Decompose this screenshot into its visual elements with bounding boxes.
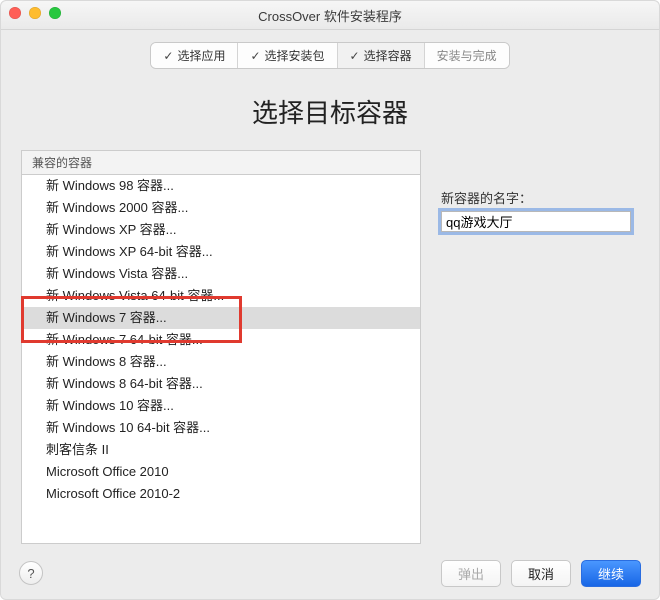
step-label: 安装与完成: [437, 47, 497, 64]
help-button[interactable]: ?: [19, 561, 43, 585]
container-list[interactable]: 新 Windows 98 容器...新 Windows 2000 容器...新 …: [21, 174, 421, 544]
new-container-form: 新容器的名字：: [421, 150, 639, 232]
list-item[interactable]: 刺客信条 II: [22, 439, 420, 461]
step-choose-container[interactable]: ✓ 选择容器: [338, 43, 425, 68]
check-icon: ✓: [250, 49, 260, 63]
list-item[interactable]: 新 Windows 98 容器...: [22, 175, 420, 197]
list-item[interactable]: 新 Windows 7 容器...: [22, 307, 420, 329]
cancel-button[interactable]: 取消: [511, 560, 571, 587]
step-label: 选择安装包: [265, 47, 325, 64]
step-choose-app[interactable]: ✓ 选择应用: [151, 43, 238, 68]
check-icon: ✓: [163, 49, 173, 63]
minimize-icon[interactable]: [29, 7, 41, 19]
content-area: 兼容的容器 新 Windows 98 容器...新 Windows 2000 容…: [1, 150, 659, 544]
list-item[interactable]: 新 Windows 2000 容器...: [22, 197, 420, 219]
continue-button[interactable]: 继续: [581, 560, 641, 587]
container-list-wrap: 兼容的容器 新 Windows 98 容器...新 Windows 2000 容…: [21, 150, 421, 544]
list-item[interactable]: 新 Windows 8 64-bit 容器...: [22, 373, 420, 395]
list-item[interactable]: 新 Windows Vista 64-bit 容器...: [22, 285, 420, 307]
list-item[interactable]: 新 Windows XP 容器...: [22, 219, 420, 241]
new-container-name-input[interactable]: [441, 211, 631, 232]
container-list-header: 兼容的容器: [21, 150, 421, 174]
new-container-name-label: 新容器的名字：: [441, 188, 639, 207]
step-label: 选择容器: [364, 47, 412, 64]
list-item[interactable]: 新 Windows 10 64-bit 容器...: [22, 417, 420, 439]
window-controls: [9, 7, 61, 19]
title-bar: CrossOver 软件安装程序: [1, 1, 659, 30]
step-choose-package[interactable]: ✓ 选择安装包: [238, 43, 337, 68]
check-icon: ✓: [350, 49, 360, 63]
eject-button: 弹出: [441, 560, 501, 587]
list-item[interactable]: 新 Windows Vista 容器...: [22, 263, 420, 285]
footer: ? 弹出 取消 继续: [1, 547, 659, 599]
step-label: 选择应用: [177, 47, 225, 64]
list-item[interactable]: 新 Windows 8 容器...: [22, 351, 420, 373]
list-item[interactable]: 新 Windows 7 64-bit 容器...: [22, 329, 420, 351]
window-title: CrossOver 软件安装程序: [258, 6, 402, 25]
zoom-icon[interactable]: [49, 7, 61, 19]
step-install-finish: 安装与完成: [425, 43, 509, 68]
list-item[interactable]: Microsoft Office 2010: [22, 461, 420, 483]
crossover-installer-window: CrossOver 软件安装程序 ✓ 选择应用 ✓ 选择安装包 ✓ 选择容器 安…: [0, 0, 660, 600]
step-indicator: ✓ 选择应用 ✓ 选择安装包 ✓ 选择容器 安装与完成: [1, 30, 659, 77]
list-item[interactable]: Microsoft Office 2010-2: [22, 483, 420, 505]
step-indicator-inner: ✓ 选择应用 ✓ 选择安装包 ✓ 选择容器 安装与完成: [150, 42, 509, 69]
list-item[interactable]: 新 Windows XP 64-bit 容器...: [22, 241, 420, 263]
page-title: 选择目标容器: [1, 93, 659, 130]
close-icon[interactable]: [9, 7, 21, 19]
list-item[interactable]: 新 Windows 10 容器...: [22, 395, 420, 417]
